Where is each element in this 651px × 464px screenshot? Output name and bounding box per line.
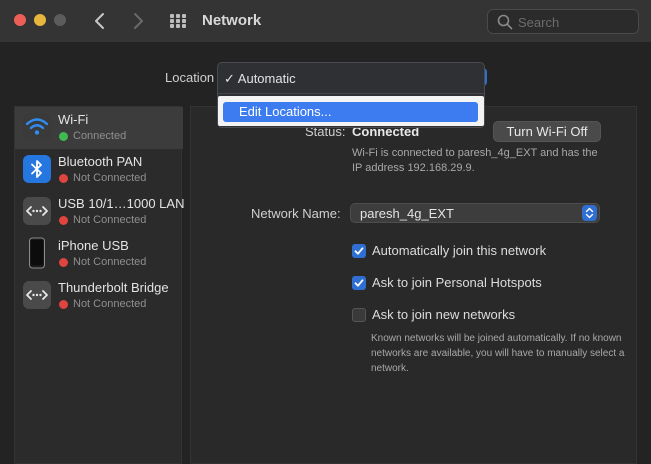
grid-icon [170,14,186,28]
chevron-updown-icon [582,205,597,221]
checkmark-icon [354,247,364,255]
new-networks-checkbox[interactable] [352,308,366,322]
minimize-button[interactable] [34,14,46,26]
status-dot [59,132,68,141]
sidebar-item-name: Wi-Fi [58,112,89,127]
personal-hotspot-checkbox[interactable] [352,276,366,290]
ethernet-icon [23,197,51,225]
sidebar-item-status: Not Connected [73,172,147,184]
network-name-label: Network Name: [251,206,341,221]
chevron-left-icon [95,13,104,29]
network-name-select[interactable]: paresh_4g_EXT [350,203,600,223]
sidebar-item-bluetooth-pan[interactable]: Bluetooth PAN Not Connected [15,149,183,191]
sidebar-item-name: Thunderbolt Bridge [58,280,169,295]
window-title: Network [202,12,262,29]
network-name-value: paresh_4g_EXT [360,206,454,221]
forward-button[interactable] [128,10,148,32]
search-field[interactable] [487,9,639,34]
location-label: Location [165,70,215,85]
show-all-button[interactable] [168,12,188,30]
thunderbolt-icon [23,281,51,309]
auto-join-label: Automatically join this network [372,243,547,258]
sidebar-item-usb-lan[interactable]: USB 10/1…1000 LAN Not Connected [15,191,185,233]
status-dot [59,216,68,225]
sidebar-item-name: USB 10/1…1000 LAN [58,196,185,211]
wifi-icon [23,113,51,141]
search-icon [497,14,513,30]
toolbar: Network [0,0,651,42]
sidebar-item-thunderbolt-bridge[interactable]: Thunderbolt Bridge Not Connected [15,275,183,317]
sidebar-item-name: iPhone USB [58,238,129,253]
status-dot [59,300,68,309]
known-networks-note: Known networks will be joined automatica… [371,333,625,374]
auto-join-checkbox[interactable] [352,244,366,258]
sidebar-item-status: Connected [73,130,127,142]
personal-hotspot-label: Ask to join Personal Hotspots [372,275,542,290]
new-networks-label: Ask to join new networks [372,307,516,322]
search-input[interactable] [518,13,628,31]
sidebar-item-wifi[interactable]: Wi-Fi Connected [15,107,183,149]
menu-item-edit-locations[interactable]: Edit Locations... [223,102,478,122]
sidebar-item-iphone-usb[interactable]: iPhone USB Not Connected [15,233,183,275]
iphone-icon [23,237,51,269]
status-description: Wi-Fi is connected to paresh_4g_EXT and … [352,147,598,174]
bluetooth-icon [23,155,51,183]
status-dot [59,174,68,183]
turn-wifi-off-button[interactable]: Turn Wi-Fi Off [493,121,601,142]
checkmark-icon [354,279,364,287]
sidebar-item-status: Not Connected [73,214,147,226]
menu-separator [218,93,484,94]
status-dot [59,258,68,267]
zoom-button[interactable] [54,14,66,26]
service-list: Wi-Fi Connected Bluetooth PAN Not Connec… [14,106,185,464]
sidebar-item-status: Not Connected [73,298,147,310]
sidebar-item-name: Bluetooth PAN [58,154,143,169]
sidebar-item-status: Not Connected [73,256,147,268]
menu-item-edit-label: Edit Locations... [239,104,332,119]
menu-item-automatic[interactable]: ✓ Automatic [224,71,296,87]
chevron-right-icon [134,13,143,29]
close-button[interactable] [14,14,26,26]
back-button[interactable] [90,10,110,32]
